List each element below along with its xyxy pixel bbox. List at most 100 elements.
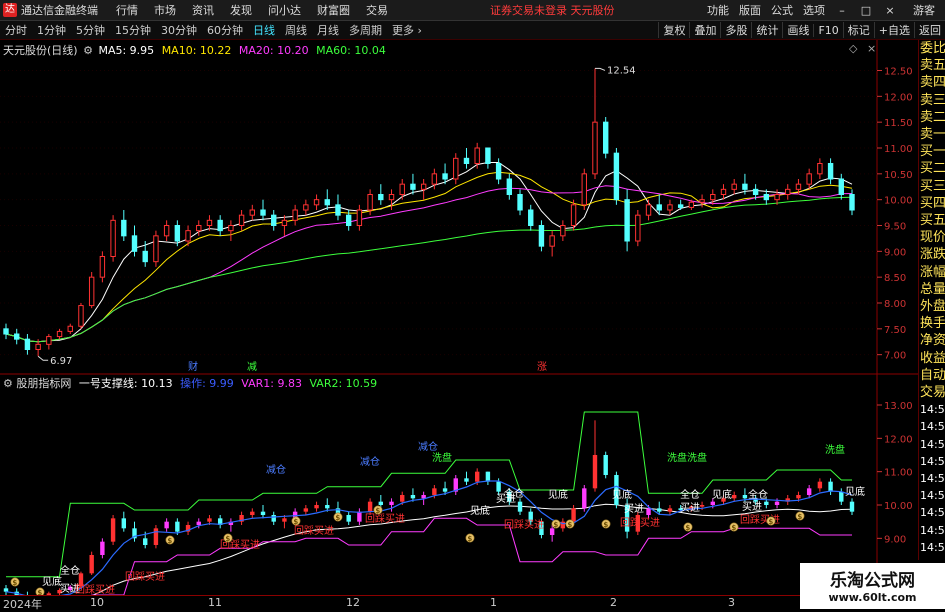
event-marker-cai[interactable]: 财 bbox=[188, 360, 198, 373]
period-30min[interactable]: 30分钟 bbox=[156, 22, 202, 38]
user-label[interactable]: 游客 bbox=[913, 2, 935, 18]
money-bag-glyph: $ bbox=[467, 535, 472, 543]
side-panel-item[interactable]: 换手 bbox=[919, 315, 945, 332]
period-15min[interactable]: 15分钟 bbox=[110, 22, 156, 38]
btn-zixuan[interactable]: +自选 bbox=[873, 22, 914, 38]
menu-xuanxiang[interactable]: 选项 bbox=[803, 2, 825, 18]
side-panel-item[interactable]: 交易 bbox=[919, 384, 945, 401]
btn-fuquan[interactable]: 复权 bbox=[658, 22, 689, 38]
side-panel-item[interactable]: 卖五 bbox=[919, 57, 945, 74]
menu-jiaoyi[interactable]: 交易 bbox=[366, 2, 388, 18]
period-5min[interactable]: 5分钟 bbox=[71, 22, 110, 38]
side-panel-item[interactable]: 收益 bbox=[919, 350, 945, 367]
btn-biaoji[interactable]: 标记 bbox=[842, 22, 874, 38]
signal-label: 减仓 bbox=[418, 440, 438, 453]
event-marker-jian[interactable]: 减 bbox=[247, 361, 257, 373]
side-panel-item[interactable]: 买三 bbox=[919, 178, 945, 195]
menu-faxian[interactable]: 发现 bbox=[230, 2, 252, 18]
menu-caifuquan[interactable]: 财富圈 bbox=[317, 2, 350, 18]
side-panel-item[interactable]: 卖二 bbox=[919, 109, 945, 126]
side-panel-item[interactable]: 涨幅 bbox=[919, 264, 945, 281]
candle-body bbox=[635, 214, 641, 242]
side-panel-item[interactable]: 自动 bbox=[919, 367, 945, 384]
candle-body bbox=[677, 204, 684, 208]
side-panel-item[interactable]: 总量 bbox=[919, 281, 945, 298]
side-panel-item[interactable]: 14:56 bbox=[919, 522, 945, 539]
candle-body bbox=[121, 219, 127, 237]
login-alert[interactable]: 证券交易未登录 天元股份 bbox=[490, 2, 615, 18]
side-panel-item[interactable]: 现价 bbox=[919, 229, 945, 246]
period-60min[interactable]: 60分钟 bbox=[202, 22, 248, 38]
btn-huaxian[interactable]: 画线 bbox=[782, 22, 813, 38]
signal-label: 回踩买进 bbox=[294, 525, 334, 537]
low-pointer bbox=[37, 355, 49, 361]
price-tick-label: 11.00 bbox=[884, 144, 913, 155]
side-panel-item[interactable]: 卖三 bbox=[919, 92, 945, 109]
indicator-bar bbox=[796, 495, 801, 499]
side-panel-item[interactable]: 买一 bbox=[919, 143, 945, 160]
side-panel-item[interactable]: 14:56 bbox=[919, 470, 945, 487]
menu-gongneng[interactable]: 功能 bbox=[707, 2, 729, 18]
side-panel-item[interactable]: 14:56 bbox=[919, 487, 945, 504]
candle-body bbox=[420, 183, 427, 190]
event-marker-zhang[interactable]: 涨 bbox=[537, 361, 547, 373]
side-panel-item[interactable]: 外盘 bbox=[919, 298, 945, 315]
side-panel-item[interactable]: 卖一 bbox=[919, 126, 945, 143]
side-panel-item[interactable]: 14:56 bbox=[919, 453, 945, 470]
close-icon[interactable]: × bbox=[883, 4, 897, 17]
menu-banmian[interactable]: 版面 bbox=[739, 2, 761, 18]
side-panel-item[interactable]: 卖四 bbox=[919, 74, 945, 91]
period-fenshi[interactable]: 分时 bbox=[0, 22, 32, 38]
sub-settings-icon[interactable]: ⚙ bbox=[3, 377, 13, 390]
period-more-label: 更多 bbox=[392, 24, 414, 37]
candle-body bbox=[3, 328, 9, 335]
side-panel-item[interactable]: 买四 bbox=[919, 195, 945, 212]
side-panel-item[interactable]: 涨跌 bbox=[919, 246, 945, 263]
menu-wenxiaoda[interactable]: 问小达 bbox=[268, 2, 301, 18]
menu-shichang[interactable]: 市场 bbox=[154, 2, 176, 18]
diamond-icon[interactable]: ◇ bbox=[849, 42, 857, 55]
side-panel-item[interactable]: 买二 bbox=[919, 160, 945, 177]
side-panel-item[interactable]: 委比 bbox=[919, 40, 945, 57]
btn-f10[interactable]: F10 bbox=[813, 23, 842, 37]
side-panel-item[interactable]: 14:55 bbox=[919, 418, 945, 435]
candle-body bbox=[774, 194, 780, 201]
side-panel-item[interactable]: 14:56 bbox=[919, 436, 945, 453]
btn-duogu[interactable]: 多股 bbox=[720, 22, 751, 38]
period-1min[interactable]: 1分钟 bbox=[32, 22, 71, 38]
side-panel-item[interactable]: 14:56 bbox=[919, 539, 945, 556]
btn-tongji[interactable]: 统计 bbox=[751, 22, 782, 38]
candle-body bbox=[271, 214, 277, 227]
menu-hangqing[interactable]: 行情 bbox=[116, 2, 138, 18]
btn-fanhui[interactable]: 返回 bbox=[914, 22, 945, 38]
kline-chart[interactable]: 12.50 12.00 11.50 11.00 10.50 10.00 9.50 9.00 8.… bbox=[0, 40, 918, 595]
money-bag-glyph: $ bbox=[603, 521, 608, 529]
menu-gongshi[interactable]: 公式 bbox=[771, 2, 793, 18]
btn-diejia[interactable]: 叠加 bbox=[689, 22, 720, 38]
signal-label: 见底 bbox=[845, 485, 865, 498]
period-more[interactable]: 更多 › bbox=[387, 22, 427, 38]
signal-label: 见底 bbox=[712, 488, 732, 501]
side-panel-item[interactable]: 14:56 bbox=[919, 504, 945, 521]
period-daily[interactable]: 日线 bbox=[248, 22, 280, 38]
candle-body bbox=[163, 225, 170, 237]
indicator-bar bbox=[325, 505, 330, 509]
side-panel-item[interactable]: 净资 bbox=[919, 332, 945, 349]
period-monthly[interactable]: 月线 bbox=[312, 22, 344, 38]
side-panel-item[interactable]: 14:55 bbox=[919, 401, 945, 418]
period-weekly[interactable]: 周线 bbox=[280, 22, 312, 38]
menu-zixun[interactable]: 资讯 bbox=[192, 2, 214, 18]
side-panel-item[interactable]: 买五 bbox=[919, 212, 945, 229]
money-bag-icon: $ bbox=[565, 519, 575, 529]
maximize-icon[interactable]: □ bbox=[859, 4, 873, 17]
indicator-bar bbox=[474, 471, 480, 482]
settings-icon[interactable]: ⚙ bbox=[83, 44, 93, 57]
date-label: 12 bbox=[346, 596, 360, 609]
money-bag-glyph: $ bbox=[335, 514, 340, 522]
panel-close-icon[interactable]: × bbox=[867, 42, 876, 55]
minimize-icon[interactable]: – bbox=[835, 4, 849, 17]
indicator-bar bbox=[732, 495, 737, 499]
toolbar-right: 复权 叠加 多股 统计 画线 F10 标记 +自选 返回 bbox=[658, 21, 945, 39]
candle-body bbox=[560, 225, 566, 237]
period-multi[interactable]: 多周期 bbox=[344, 22, 387, 38]
